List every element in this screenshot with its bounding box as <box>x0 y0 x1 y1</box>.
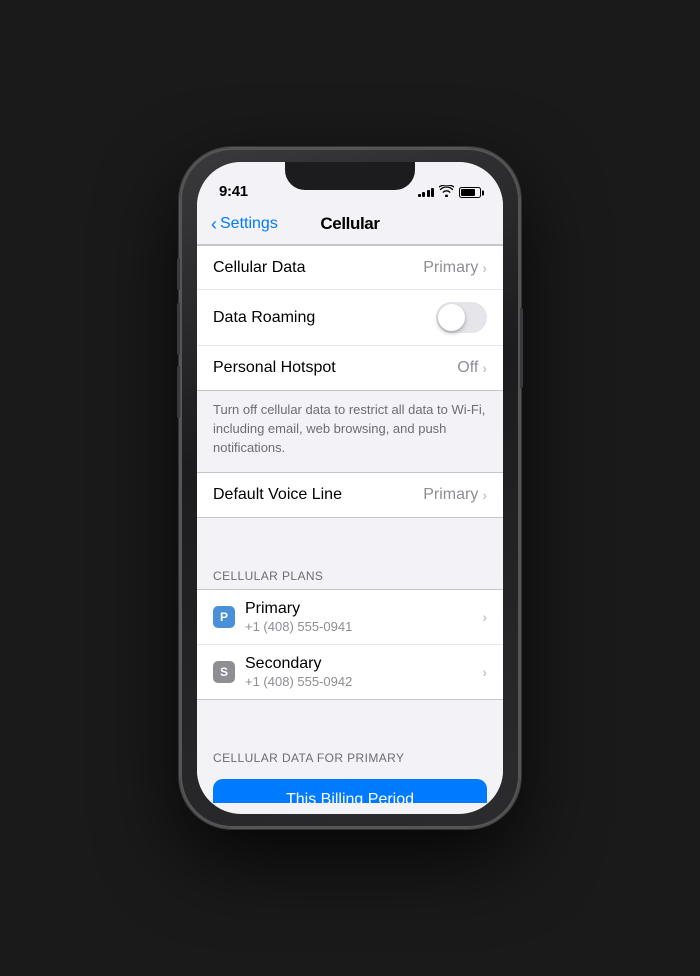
info-block: Turn off cellular data to restrict all d… <box>197 391 503 472</box>
battery-icon <box>459 187 481 198</box>
secondary-plan-name: Secondary <box>245 655 352 673</box>
battery-fill <box>461 189 475 196</box>
cellular-data-chevron-icon: › <box>482 260 487 276</box>
primary-plan-number: +1 (408) 555-0941 <box>245 619 352 634</box>
status-time: 9:41 <box>219 183 248 200</box>
back-button[interactable]: ‹ Settings <box>211 215 278 233</box>
wifi-icon <box>439 185 454 200</box>
signal-icon <box>418 188 435 197</box>
signal-bar-2 <box>422 192 425 197</box>
personal-hotspot-row[interactable]: Personal Hotspot Off › <box>197 346 503 390</box>
secondary-plan-row[interactable]: S Secondary +1 (408) 555-0942 › <box>197 645 503 699</box>
spacer-2 <box>197 700 503 735</box>
secondary-plan-chevron-icon: › <box>482 664 487 680</box>
main-settings-group: Cellular Data Primary › Data Roaming <box>197 245 503 472</box>
cellular-data-primary-label: CELLULAR DATA FOR PRIMARY <box>197 735 503 771</box>
default-voice-label: Default Voice Line <box>213 486 342 504</box>
personal-hotspot-value-group: Off › <box>457 359 487 377</box>
mute-button <box>177 258 180 290</box>
cellular-plans-section: CELLULAR PLANS P Primary +1 (408) 555-09… <box>197 553 503 700</box>
content-area: Cellular Data Primary › Data Roaming <box>197 245 503 803</box>
default-voice-group: Default Voice Line Primary › <box>197 472 503 518</box>
toggle-thumb <box>438 304 465 331</box>
signal-bar-3 <box>427 190 430 197</box>
personal-hotspot-label: Personal Hotspot <box>213 359 336 377</box>
primary-plan-row[interactable]: P Primary +1 (408) 555-0941 › <box>197 590 503 645</box>
billing-period-label: This Billing Period <box>286 791 414 803</box>
signal-bar-4 <box>431 188 434 197</box>
billing-period-button[interactable]: This Billing Period <box>213 779 487 803</box>
status-icons <box>418 185 482 200</box>
main-list-group: Cellular Data Primary › Data Roaming <box>197 245 503 391</box>
secondary-plan-left: S Secondary +1 (408) 555-0942 <box>213 655 352 689</box>
primary-plan-info: Primary +1 (408) 555-0941 <box>245 600 352 634</box>
page-title: Cellular <box>320 214 379 234</box>
primary-plan-left: P Primary +1 (408) 555-0941 <box>213 600 352 634</box>
back-chevron-icon: ‹ <box>211 215 217 233</box>
default-voice-row[interactable]: Default Voice Line Primary › <box>197 473 503 517</box>
cellular-data-row[interactable]: Cellular Data Primary › <box>197 246 503 290</box>
secondary-plan-number: +1 (408) 555-0942 <box>245 674 352 689</box>
cellular-data-primary-section: CELLULAR DATA FOR PRIMARY This Billing P… <box>197 735 503 803</box>
power-button <box>520 308 523 388</box>
volume-down-button <box>177 366 180 418</box>
primary-plan-name: Primary <box>245 600 352 618</box>
default-voice-value: Primary <box>423 486 478 504</box>
volume-up-button <box>177 303 180 355</box>
spacer-1 <box>197 518 503 553</box>
signal-bar-1 <box>418 194 421 197</box>
personal-hotspot-value: Off <box>457 359 478 377</box>
secondary-plan-info: Secondary +1 (408) 555-0942 <box>245 655 352 689</box>
cellular-data-value: Primary <box>423 259 478 277</box>
data-roaming-label: Data Roaming <box>213 309 315 327</box>
secondary-plan-badge: S <box>213 661 235 683</box>
default-voice-value-group: Primary › <box>423 486 487 504</box>
back-label: Settings <box>220 215 278 233</box>
phone-screen: 9:41 <box>197 162 503 814</box>
data-roaming-row[interactable]: Data Roaming <box>197 290 503 346</box>
personal-hotspot-chevron-icon: › <box>482 360 487 376</box>
default-voice-chevron-icon: › <box>482 487 487 503</box>
phone-frame: 9:41 <box>180 148 520 828</box>
primary-plan-badge: P <box>213 606 235 628</box>
primary-plan-chevron-icon: › <box>482 609 487 625</box>
cellular-plans-list: P Primary +1 (408) 555-0941 › <box>197 589 503 700</box>
cellular-data-value-group: Primary › <box>423 259 487 277</box>
secondary-badge-letter: S <box>220 665 228 679</box>
nav-bar: ‹ Settings Cellular <box>197 206 503 245</box>
info-text: Turn off cellular data to restrict all d… <box>213 402 485 455</box>
cellular-plans-section-label: CELLULAR PLANS <box>197 553 503 589</box>
cellular-data-label: Cellular Data <box>213 259 305 277</box>
notch <box>285 162 415 190</box>
data-roaming-toggle[interactable] <box>436 302 487 333</box>
primary-badge-letter: P <box>220 610 228 624</box>
